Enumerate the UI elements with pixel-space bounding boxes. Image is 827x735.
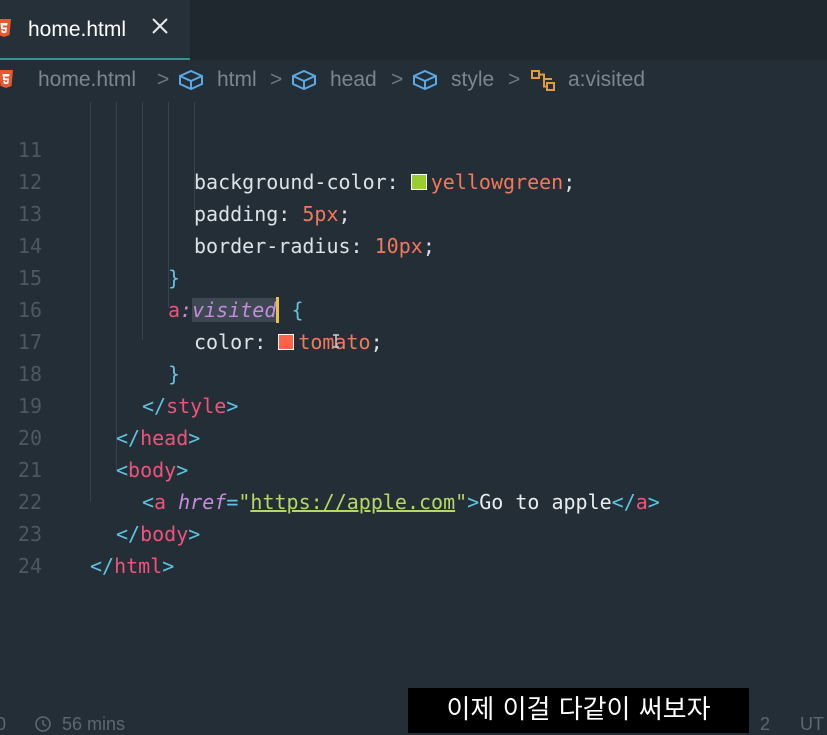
history-clock-icon xyxy=(35,716,51,732)
status-number[interactable]: 2 xyxy=(760,714,770,735)
breadcrumb-separator: > xyxy=(508,68,521,91)
breadcrumb-separator: > xyxy=(270,68,283,91)
tab-home-html[interactable]: home.html xyxy=(0,0,190,60)
code-line[interactable]: 21 <a href="https://apple.com">Go to app… xyxy=(0,422,827,514)
code-line[interactable]: 24 xyxy=(0,518,827,578)
element-cube-icon xyxy=(292,69,316,91)
code-content: </html> xyxy=(90,554,175,578)
breadcrumb-separator: > xyxy=(391,68,404,91)
code-line[interactable]: 22 </body> xyxy=(0,454,827,546)
code-line[interactable]: 13 border-radius: 10px; xyxy=(0,166,827,258)
ibeam-cursor-icon xyxy=(333,334,339,348)
code-line[interactable]: 19 </head> xyxy=(0,358,827,450)
html5-icon xyxy=(0,19,11,37)
close-icon[interactable] xyxy=(150,16,170,36)
breadcrumb: home.html > html > head > style > a:visi… xyxy=(0,64,827,98)
breadcrumb-item-head[interactable]: head xyxy=(330,68,377,92)
line-number: 24 xyxy=(17,554,42,578)
breadcrumb-item-style[interactable]: style xyxy=(451,68,494,92)
breadcrumb-separator: > xyxy=(157,68,170,91)
code-line[interactable]: 11 background-color: yellowgreen; xyxy=(0,102,827,194)
code-line[interactable]: 17 } xyxy=(0,294,827,386)
encoding-indicator[interactable]: UT xyxy=(800,714,824,735)
code-line[interactable]: 23 </html> xyxy=(0,486,827,578)
session-time[interactable]: 56 mins xyxy=(62,714,125,735)
breadcrumb-item-selector[interactable]: a:visited xyxy=(568,68,645,92)
code-line[interactable]: 16 color: tomato; xyxy=(0,262,827,354)
tab-bar: home.html xyxy=(0,0,827,60)
tab-label: home.html xyxy=(28,18,127,41)
element-cube-icon xyxy=(413,69,437,91)
html5-icon xyxy=(0,70,13,88)
code-line[interactable]: 14 } xyxy=(0,198,827,290)
code-line[interactable]: 18 </style> xyxy=(0,326,827,418)
breadcrumb-item-file[interactable]: home.html xyxy=(38,68,136,92)
status-left: 0 xyxy=(0,714,7,734)
code-line[interactable]: 15 a:visited { xyxy=(0,230,827,323)
code-line[interactable]: 12 padding: 5px; xyxy=(0,134,827,226)
code-line[interactable]: 20 <body> xyxy=(0,390,827,482)
css-selector-icon xyxy=(531,70,555,91)
breadcrumb-item-html[interactable]: html xyxy=(217,68,257,92)
video-subtitle: 이제 이걸 다같이 써보자 xyxy=(408,688,749,733)
element-cube-icon xyxy=(179,69,203,91)
